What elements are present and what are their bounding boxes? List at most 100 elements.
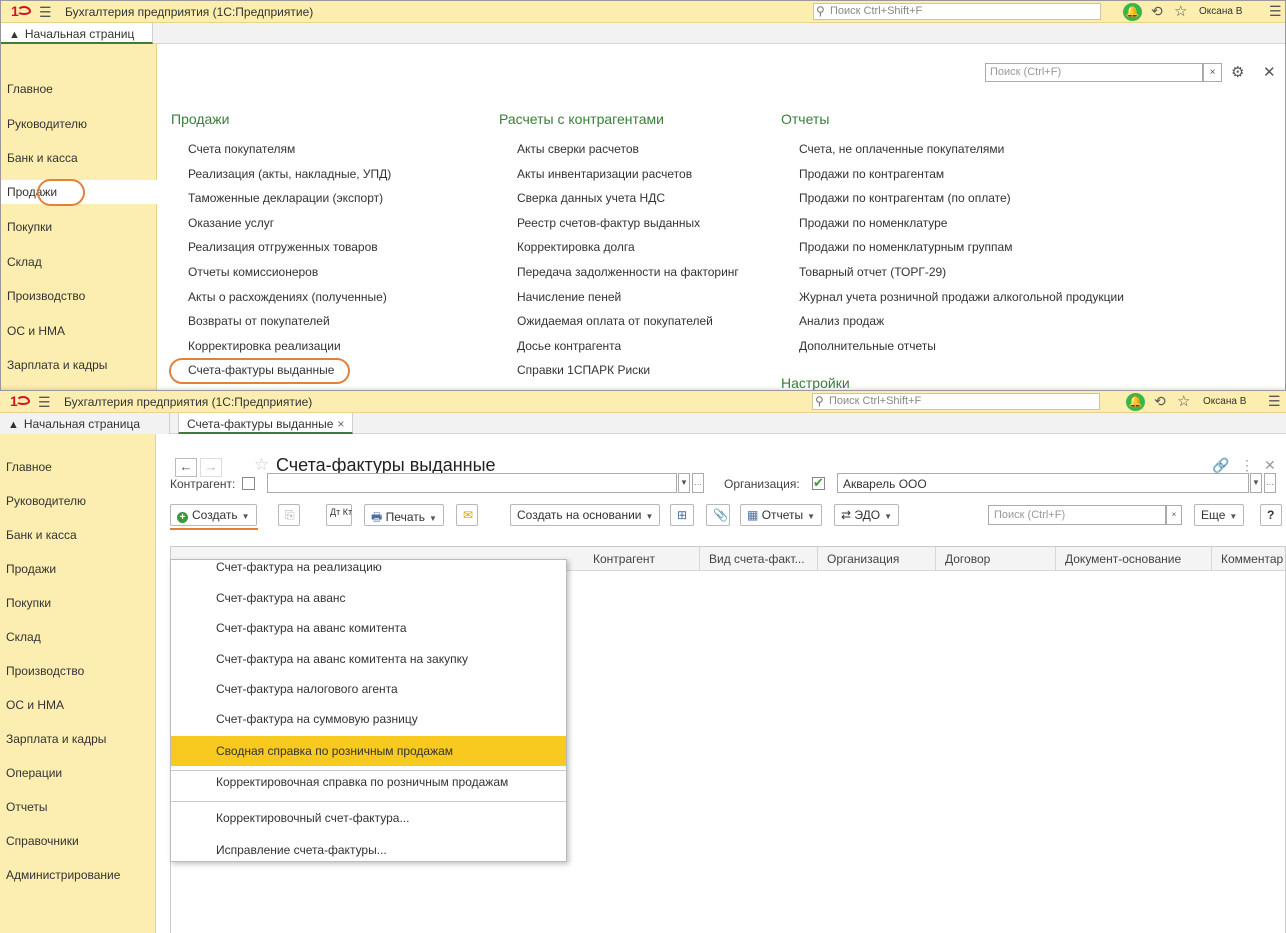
email-button[interactable]: ✉ xyxy=(456,504,478,526)
sidebar-item[interactable]: Администрирование xyxy=(6,868,120,882)
col-invoice-type[interactable]: Вид счета-факт... xyxy=(709,552,805,566)
tab-invoices[interactable]: Счета-фактуры выданные × xyxy=(178,413,354,434)
structure-button[interactable]: ⊞ xyxy=(670,504,694,526)
nav-link[interactable]: Справки 1СПАРК Риски xyxy=(517,363,650,377)
nav-link[interactable]: Реализация отгруженных товаров xyxy=(188,240,378,254)
nav-link[interactable]: Оказание услуг xyxy=(188,216,274,230)
nav-link[interactable]: Счета покупателям xyxy=(188,142,295,156)
main-menu-icon[interactable]: ☰ xyxy=(1268,393,1281,410)
reports-button[interactable]: ▦ Отчеты ▼ xyxy=(740,504,823,526)
user-name[interactable]: Оксана В xyxy=(1203,396,1246,407)
sidebar-item[interactable]: ОС и НМА xyxy=(7,324,65,338)
nav-link[interactable]: Акты инвентаризации расчетов xyxy=(517,167,692,181)
print-button[interactable]: 🖶 Печать ▼ xyxy=(364,504,444,526)
nav-link[interactable]: Товарный отчет (ТОРГ-29) xyxy=(799,265,946,279)
create-menu-item[interactable]: Исправление счета-фактуры... xyxy=(171,835,566,865)
more-vertical-icon[interactable]: ⋮ xyxy=(1240,457,1254,474)
nav-link[interactable]: Досье контрагента xyxy=(517,339,621,353)
create-menu-item[interactable]: Счет-фактура на аванс xyxy=(171,583,566,613)
col-organization[interactable]: Организация xyxy=(827,552,899,566)
sidebar-item[interactable]: Главное xyxy=(6,460,52,474)
panel-search-input[interactable]: Поиск (Ctrl+F) xyxy=(985,63,1203,82)
sidebar-item[interactable]: Банк и касса xyxy=(7,151,78,165)
counterparty-field[interactable] xyxy=(267,473,677,493)
create-based-on-button[interactable]: Создать на основании ▼ xyxy=(510,504,661,526)
nav-link[interactable]: Таможенные декларации (экспорт) xyxy=(188,191,383,205)
history-icon[interactable]: ⟲ xyxy=(1154,393,1166,410)
attach-button[interactable]: 📎 xyxy=(706,504,730,526)
counterparty-dropdown-button[interactable]: ▼ xyxy=(678,473,690,493)
sidebar-item[interactable]: Зарплата и кадры xyxy=(6,732,106,746)
sidebar-item[interactable]: Покупки xyxy=(6,596,51,610)
nav-link[interactable]: Реестр счетов-фактур выданных xyxy=(517,216,700,230)
1c-logo-icon[interactable]: 1 xyxy=(11,3,31,19)
nav-link[interactable]: Продажи по номенклатуре xyxy=(799,216,947,230)
edo-button[interactable]: ⇄ ЭДО ▼ xyxy=(834,504,900,526)
nav-link[interactable]: Возвраты от покупателей xyxy=(188,314,330,328)
hamburger-menu-icon[interactable]: ☰ xyxy=(39,4,52,21)
organization-field[interactable]: Акварель ООО xyxy=(837,473,1249,493)
forward-button[interactable]: → xyxy=(200,458,222,477)
close-icon[interactable]: ✕ xyxy=(1263,63,1276,81)
sidebar-item[interactable]: Покупки xyxy=(7,220,52,234)
create-menu-item[interactable]: Корректировочный счет-фактура... xyxy=(171,803,566,833)
nav-link[interactable]: Корректировка реализации xyxy=(188,339,341,353)
sidebar-item[interactable]: Отчеты xyxy=(6,800,47,814)
link-icon[interactable]: 🔗 xyxy=(1212,457,1229,474)
favorites-star-icon[interactable]: ☆ xyxy=(1174,2,1187,20)
clear-search-button[interactable]: × xyxy=(1166,505,1182,525)
create-menu-item[interactable]: Счет-фактура на суммовую разницу xyxy=(171,704,566,734)
1c-logo-icon[interactable]: 1 xyxy=(10,393,30,409)
nav-link[interactable]: Продажи по контрагентам xyxy=(799,167,944,181)
notification-bell-icon[interactable]: 🔔 xyxy=(1123,3,1142,21)
close-tab-icon[interactable]: × xyxy=(337,417,344,431)
col-comment[interactable]: Комментар xyxy=(1221,552,1283,566)
organization-checkbox[interactable] xyxy=(812,475,825,491)
col-counterparty[interactable]: Контрагент xyxy=(593,552,655,566)
nav-link[interactable]: Дополнительные отчеты xyxy=(799,339,936,353)
sidebar-item[interactable]: Склад xyxy=(6,630,41,644)
nav-link[interactable]: Начисление пеней xyxy=(517,290,621,304)
sidebar-item[interactable]: Руководителю xyxy=(6,494,86,508)
sidebar-item[interactable]: Продажи xyxy=(6,562,56,576)
sidebar-item[interactable]: Производство xyxy=(7,289,85,303)
nav-link[interactable]: Ожидаемая оплата от покупателей xyxy=(517,314,713,328)
global-search-input[interactable]: ⚲ Поиск Ctrl+Shift+F xyxy=(812,393,1100,410)
close-icon[interactable]: ✕ xyxy=(1264,457,1276,474)
nav-link[interactable]: Передача задолженности на факторинг xyxy=(517,265,739,279)
sidebar-item[interactable]: Склад xyxy=(7,255,42,269)
nav-link[interactable]: Реализация (акты, накладные, УПД) xyxy=(188,167,391,181)
organization-select-button[interactable]: … xyxy=(1264,473,1276,493)
help-button[interactable]: ? xyxy=(1260,504,1282,526)
nav-link[interactable]: Отчеты комиссионеров xyxy=(188,265,318,279)
nav-link[interactable]: Акты о расхождениях (полученные) xyxy=(188,290,387,304)
nav-link[interactable]: Журнал учета розничной продажи алкогольн… xyxy=(799,290,1124,304)
col-contract[interactable]: Договор xyxy=(945,552,990,566)
tab-home[interactable]: ▲ Начальная страниц xyxy=(1,23,153,44)
sidebar-item[interactable]: Главное xyxy=(7,82,53,96)
create-menu-item[interactable]: Счет-фактура на аванс комитента xyxy=(171,613,566,643)
counterparty-checkbox[interactable] xyxy=(242,477,255,490)
nav-link[interactable]: Корректировка долга xyxy=(517,240,635,254)
organization-dropdown-button[interactable]: ▼ xyxy=(1250,473,1262,493)
create-menu-item[interactable]: Счет-фактура на аванс комитента на закуп… xyxy=(171,644,566,674)
nav-link[interactable]: Продажи по номенклатурным группам xyxy=(799,240,1012,254)
sidebar-item[interactable]: Зарплата и кадры xyxy=(7,358,107,372)
hamburger-menu-icon[interactable]: ☰ xyxy=(38,394,51,411)
sidebar-item[interactable]: Банк и касса xyxy=(6,528,77,542)
sidebar-item[interactable]: Руководителю xyxy=(7,117,87,131)
list-search-input[interactable]: Поиск (Ctrl+F) xyxy=(988,505,1166,525)
counterparty-select-button[interactable]: … xyxy=(692,473,704,493)
history-icon[interactable]: ⟲ xyxy=(1151,3,1163,20)
copy-button[interactable]: ⎘ xyxy=(278,504,300,526)
clear-search-button[interactable]: × xyxy=(1203,63,1222,82)
global-search-input[interactable]: ⚲ Поиск Ctrl+Shift+F xyxy=(813,3,1101,20)
create-button[interactable]: + Создать ▼ xyxy=(170,504,257,526)
dtkt-button[interactable]: Дт Кт xyxy=(326,504,352,526)
create-menu-item[interactable]: Корректировочная справка по розничным пр… xyxy=(171,767,566,797)
nav-link[interactable]: Акты сверки расчетов xyxy=(517,142,639,156)
favorites-star-icon[interactable]: ☆ xyxy=(1177,392,1190,410)
back-button[interactable]: ← xyxy=(175,458,197,477)
sidebar-item[interactable]: Операции xyxy=(6,766,62,780)
nav-link[interactable]: Анализ продаж xyxy=(799,314,884,328)
